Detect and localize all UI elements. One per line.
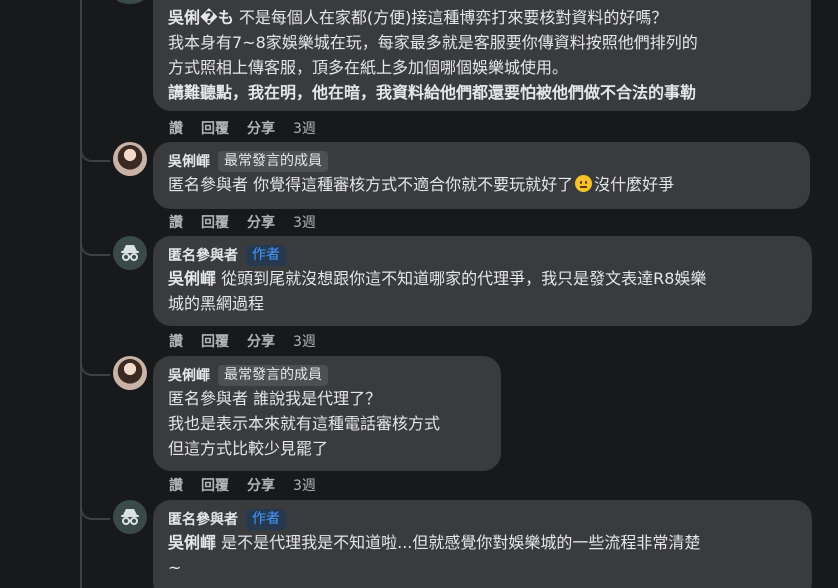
comment-bubble: 吳俐嶵 最常發言的成員 匿名參與者 誰說我是代理了？ 我也是表示本來就有這種電話…	[153, 356, 501, 471]
author-badge: 作者	[246, 508, 286, 530]
comment-bubble: 匿名參與者 作者 吳俐嶵 是不是代理我是不知道啦...但就感覺你對娛樂城的一些流…	[153, 500, 812, 588]
timestamp[interactable]: 3週	[293, 118, 316, 138]
reply-connector	[80, 500, 110, 520]
reply-connector	[80, 356, 110, 376]
reply-connector	[80, 142, 110, 162]
comment-bubble: 吳俐嶵 最常發言的成員 匿名參與者 你覺得這種審核方式不適合你就不要玩就好了 沒什…	[153, 142, 810, 209]
comment-text: 匿名參與者 誰說我是代理了？ 我也是表示本來就有這種電話審核方式 但這方式比較少…	[168, 389, 441, 458]
comment-bubble: 吳俐�も 不是每個人在家都(方便)接這種博弈打來要核對資料的好嗎？ 我本身有7~…	[153, 0, 811, 111]
like-button[interactable]: 讚	[169, 331, 183, 351]
timestamp[interactable]: 3週	[293, 475, 316, 495]
mention-link[interactable]: 吳俐嶵	[168, 269, 216, 288]
avatar[interactable]	[113, 0, 147, 4]
timestamp[interactable]: 3週	[293, 331, 316, 351]
reply-button[interactable]: 回覆	[201, 212, 229, 232]
avatar[interactable]	[113, 142, 147, 176]
share-button[interactable]: 分享	[247, 475, 275, 495]
like-button[interactable]: 讚	[169, 475, 183, 495]
comment-author[interactable]: 匿名參與者	[168, 245, 238, 265]
share-button[interactable]: 分享	[247, 118, 275, 138]
comment-actions: 讚 回覆 分享 3週	[169, 212, 316, 232]
like-button[interactable]: 讚	[169, 118, 183, 138]
reply-connector	[80, 236, 110, 256]
avatar[interactable]	[113, 236, 147, 270]
author-badge: 作者	[246, 244, 286, 266]
comment-bubble: 匿名參與者 作者 吳俐嶵 從頭到尾就沒想跟你這不知道哪家的代理爭，我只是發文表達…	[153, 236, 812, 326]
comment-actions: 讚 回覆 分享 3週	[169, 331, 316, 351]
top-contributor-badge: 最常發言的成員	[218, 150, 328, 172]
avatar[interactable]	[113, 356, 147, 390]
avatar[interactable]	[113, 500, 147, 534]
share-button[interactable]: 分享	[247, 331, 275, 351]
comment-author[interactable]: 吳俐嶵	[168, 151, 210, 171]
mention-link[interactable]: 吳俐嶵	[168, 533, 216, 552]
mention-link[interactable]: 吳俐�も	[168, 8, 234, 27]
reply-button[interactable]: 回覆	[201, 475, 229, 495]
comment-text: 吳俐嶵 從頭到尾就沒想跟你這不知道哪家的代理爭，我只是發文表達R8娛樂 城的黑網…	[168, 269, 707, 313]
anonymous-spy-icon	[121, 245, 139, 261]
comment-text: 吳俐�も 不是每個人在家都(方便)接這種博弈打來要核對資料的好嗎？ 我本身有7~…	[168, 8, 698, 102]
comment-actions: 讚 回覆 分享 3週	[169, 118, 316, 138]
like-button[interactable]: 讚	[169, 212, 183, 232]
comment-author[interactable]: 匿名參與者	[168, 509, 238, 529]
neutral-face-emoji-icon	[575, 175, 593, 192]
comment-actions: 讚 回覆 分享 3週	[169, 475, 316, 495]
timestamp[interactable]: 3週	[293, 212, 316, 232]
top-contributor-badge: 最常發言的成員	[218, 364, 328, 386]
comment-author[interactable]: 吳俐嶵	[168, 365, 210, 385]
reply-button[interactable]: 回覆	[201, 118, 229, 138]
share-button[interactable]: 分享	[247, 212, 275, 232]
comment-thread: 吳俐�も 不是每個人在家都(方便)接這種博弈打來要核對資料的好嗎？ 我本身有7~…	[0, 0, 838, 588]
comment-text: 匿名參與者 你覺得這種審核方式不適合你就不要玩就好了 沒什麼好爭	[168, 175, 675, 194]
anonymous-spy-icon	[121, 509, 139, 525]
reply-button[interactable]: 回覆	[201, 331, 229, 351]
comment-text: 吳俐嶵 是不是代理我是不知道啦...但就感覺你對娛樂城的一些流程非常清楚 ~	[168, 533, 701, 577]
